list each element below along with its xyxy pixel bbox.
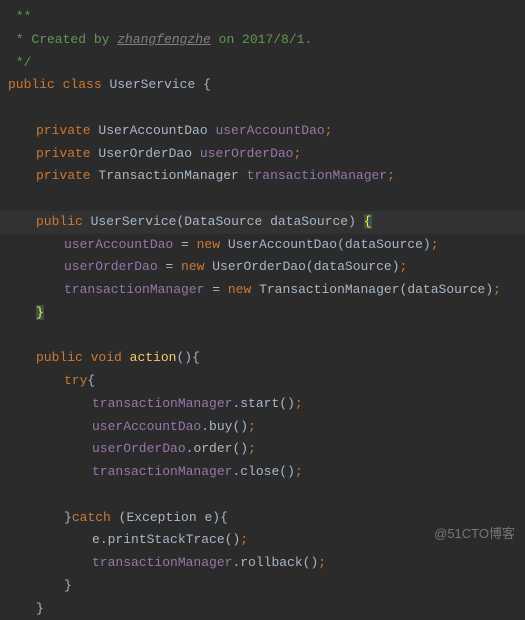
code-line: private TransactionManager transactionMa… <box>0 165 525 188</box>
brace-match: { <box>364 214 372 229</box>
code-line: transactionManager.rollback(); <box>0 552 525 575</box>
code-line: try{ <box>0 370 525 393</box>
code-line: public class UserService { <box>0 74 525 97</box>
field-name: transactionManager <box>247 168 387 183</box>
blank-line <box>0 188 525 211</box>
code-line-highlighted: public UserService(DataSource dataSource… <box>0 211 525 234</box>
method-name: action <box>130 350 177 365</box>
comment-line: */ <box>0 52 525 75</box>
code-line: transactionManager.close(); <box>0 461 525 484</box>
blank-line <box>0 325 525 348</box>
code-line: userOrderDao.order(); <box>0 438 525 461</box>
code-line: userOrderDao = new UserOrderDao(dataSour… <box>0 256 525 279</box>
code-line: userAccountDao.buy(); <box>0 416 525 439</box>
comment-line: * Created by zhangfengzhe on 2017/8/1. <box>0 29 525 52</box>
keyword-public: public <box>8 77 55 92</box>
comment-close: */ <box>8 55 31 70</box>
code-line: public void action(){ <box>0 347 525 370</box>
keyword-class: class <box>63 77 102 92</box>
class-name: UserService <box>109 77 195 92</box>
blank-line <box>0 484 525 507</box>
blank-line <box>0 97 525 120</box>
code-line: userAccountDao = new UserAccountDao(data… <box>0 234 525 257</box>
code-line: } <box>0 598 525 620</box>
brace-match: } <box>36 305 44 320</box>
comment-line: ** <box>0 6 525 29</box>
watermark: @51CTO博客 <box>434 523 515 546</box>
code-line: private UserOrderDao userOrderDao; <box>0 143 525 166</box>
code-line: } <box>0 302 525 325</box>
code-line: } <box>0 575 525 598</box>
code-line: transactionManager = new TransactionMana… <box>0 279 525 302</box>
comment-author: zhangfengzhe <box>117 32 211 47</box>
code-line: transactionManager.start(); <box>0 393 525 416</box>
field-name: userOrderDao <box>200 146 294 161</box>
comment-open: ** <box>8 9 31 24</box>
code-line: private UserAccountDao userAccountDao; <box>0 120 525 143</box>
field-name: userAccountDao <box>215 123 324 138</box>
